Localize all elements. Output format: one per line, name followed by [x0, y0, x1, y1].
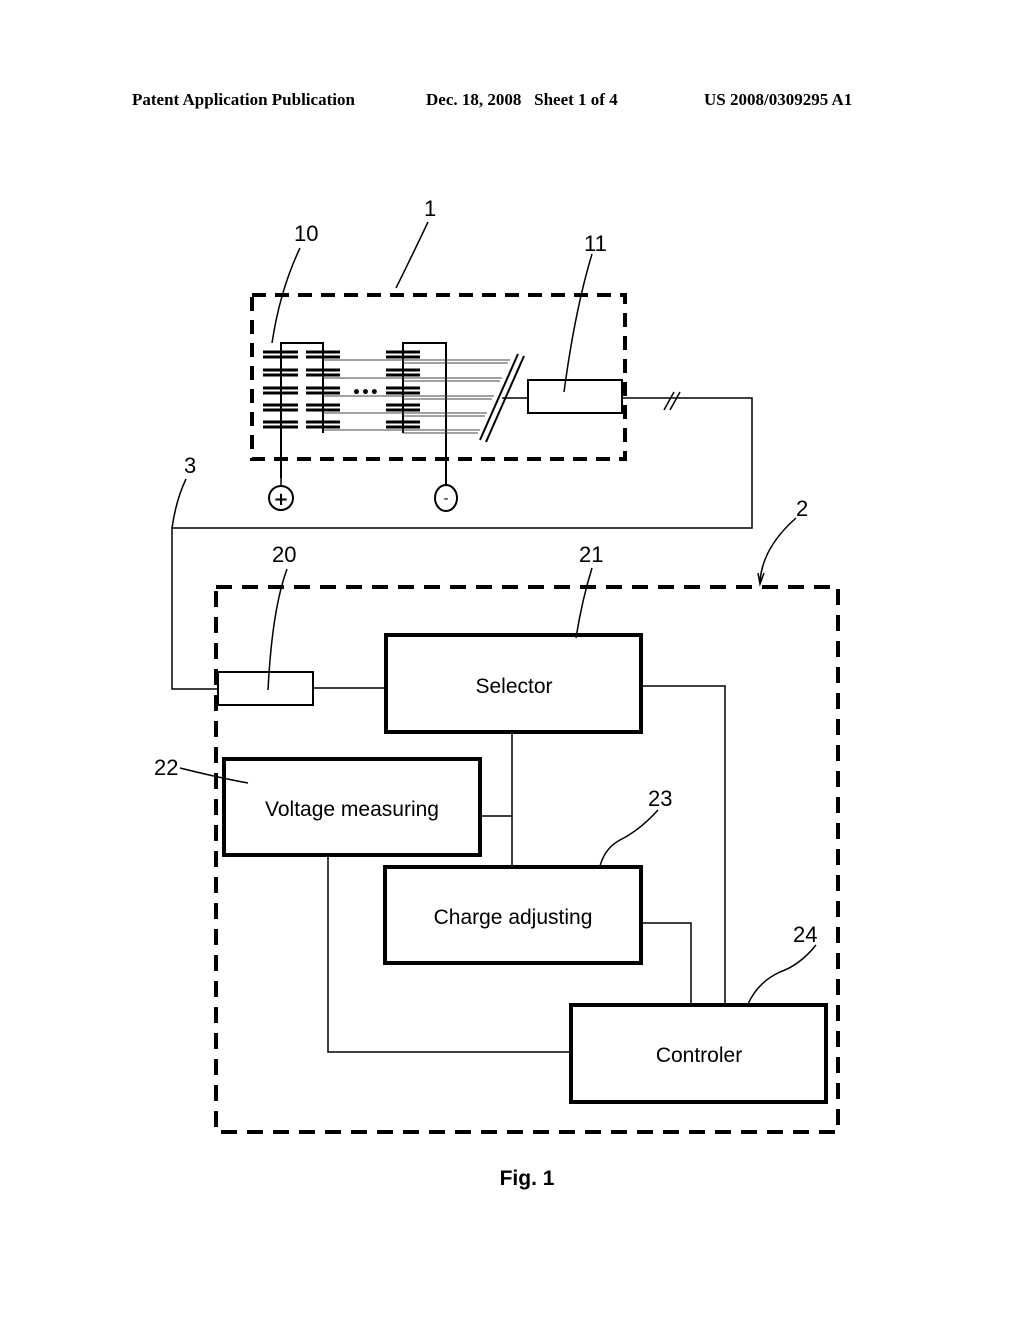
- ref-23: 23: [648, 786, 672, 811]
- cell-array: [263, 342, 525, 490]
- cell-ellipsis: •••: [352, 385, 379, 401]
- ref-10: 10: [294, 221, 318, 246]
- charge-adjusting-label: Charge adjusting: [434, 906, 593, 929]
- pack-connector: [527, 379, 623, 414]
- ref-24: 24: [793, 922, 817, 947]
- device-connector: [217, 671, 314, 706]
- ref-3: 3: [184, 453, 196, 478]
- figure-caption: Fig. 1: [500, 1167, 555, 1190]
- battery-pack-enclosure: [250, 293, 627, 461]
- positive-terminal-label: +: [273, 489, 288, 510]
- ref-21: 21: [579, 542, 603, 567]
- figure-1-diagram: ••• + - Selector Voltage measuring Charg…: [154, 196, 840, 1190]
- ref-20: 20: [272, 542, 296, 567]
- controler-label: Controler: [656, 1044, 742, 1067]
- negative-terminal-label: -: [443, 491, 448, 507]
- selector-label: Selector: [475, 675, 552, 698]
- ref-22: 22: [154, 755, 178, 780]
- ref-2: 2: [796, 496, 808, 521]
- ref-1: 1: [424, 196, 436, 221]
- ref-11: 11: [584, 231, 607, 256]
- voltage-measuring-label: Voltage measuring: [265, 798, 439, 821]
